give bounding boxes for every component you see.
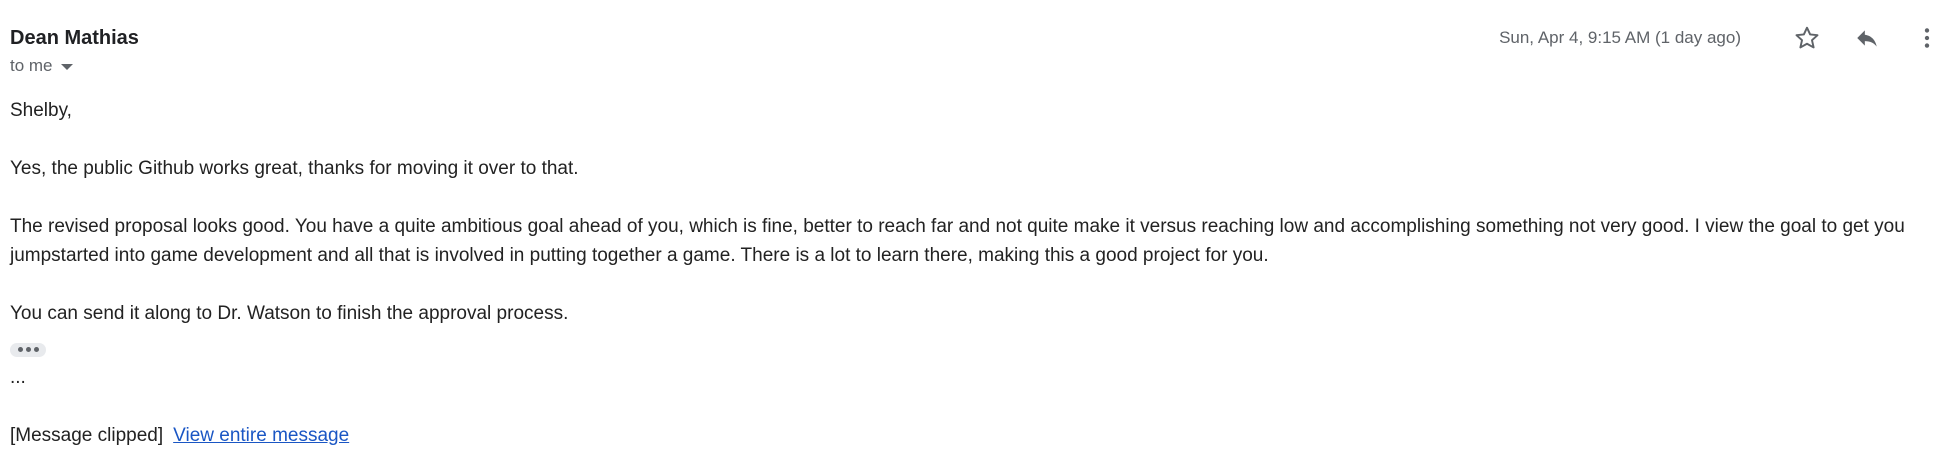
star-icon	[1795, 26, 1819, 49]
reply-button[interactable]	[1847, 18, 1887, 58]
dot-icon	[25, 347, 31, 352]
clipped-notice: [Message clipped]	[10, 424, 164, 446]
message-body: Shelby, Yes, the public Github works gre…	[10, 96, 1930, 450]
view-entire-message-link[interactable]: View entire message	[173, 421, 349, 450]
more-options-button[interactable]	[1907, 18, 1947, 58]
sender-name[interactable]: Dean Mathias	[10, 24, 139, 52]
reply-icon	[1857, 30, 1877, 47]
message-date: Sun, Apr 4, 9:15 AM (1 day ago)	[1499, 28, 1741, 47]
body-paragraph: The revised proposal looks good. You hav…	[10, 216, 1905, 266]
dot-icon	[17, 347, 23, 352]
caret-down-icon	[60, 64, 73, 70]
body-paragraph: Yes, the public Github works great, than…	[10, 158, 579, 179]
star-button[interactable]	[1787, 18, 1827, 58]
recipient-details-toggle[interactable]: to me	[10, 56, 73, 76]
trailing-ellipsis: ...	[10, 366, 26, 388]
more-vert-icon	[1924, 28, 1930, 48]
message-meta: Sun, Apr 4, 9:15 AM (1 day ago)	[1499, 18, 1947, 58]
greeting: Shelby,	[10, 100, 72, 121]
dot-icon	[33, 347, 39, 352]
clipped-notice-row: [Message clipped] View entire message	[10, 421, 1930, 450]
message-header: Dean Mathias	[10, 24, 139, 52]
recipient-label: to me	[10, 56, 53, 75]
show-trimmed-content-button[interactable]	[10, 342, 46, 357]
body-paragraph: You can send it along to Dr. Watson to f…	[10, 303, 569, 324]
